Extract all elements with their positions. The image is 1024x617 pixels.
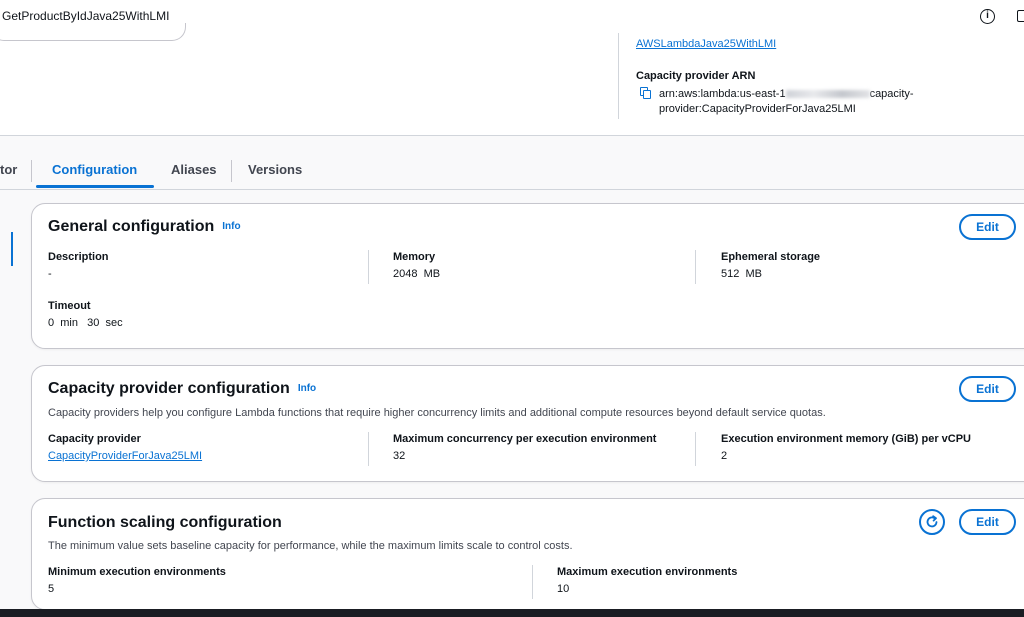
- memory-per-vcpu-label: Execution environment memory (GiB) per v…: [721, 433, 971, 445]
- timeout-value: 0 min 30 sec: [48, 317, 123, 329]
- general-info-link[interactable]: Info: [222, 221, 240, 232]
- general-configuration-title: General configuration Info: [48, 218, 241, 235]
- max-concurrency-value: 32: [393, 450, 406, 462]
- general-edit-button[interactable]: Edit: [959, 214, 1016, 240]
- taskbar: [0, 609, 1024, 617]
- function-tabs: tor Configuration Aliases Versions: [0, 136, 1024, 190]
- general-configuration-card: General configuration Info Edit Descripti…: [31, 203, 1024, 349]
- ephemeral-storage-label: Ephemeral storage: [721, 251, 821, 263]
- description-label: Description: [48, 251, 109, 263]
- function-name-title: GetProductByIdJava25WithLMI: [2, 9, 170, 23]
- memory-label: Memory: [393, 251, 436, 263]
- panel-icon[interactable]: [1017, 10, 1024, 22]
- scaling-edit-button[interactable]: Edit: [959, 509, 1016, 535]
- overview-diagram-card: [0, 23, 186, 41]
- tab-versions[interactable]: Versions: [248, 162, 302, 177]
- memory-per-vcpu-value: 2: [721, 450, 728, 462]
- max-concurrency-label: Maximum concurrency per execution enviro…: [393, 433, 657, 445]
- capacity-provider-link[interactable]: CapacityProviderForJava25LMI: [48, 450, 202, 462]
- capacity-description: Capacity providers help you configure La…: [48, 407, 826, 419]
- min-execution-environments-value: 5: [48, 583, 55, 595]
- active-tab-indicator: [36, 185, 154, 188]
- max-execution-environments-value: 10: [557, 583, 570, 595]
- redacted-account-id: [785, 90, 870, 99]
- capacity-provider-arn-label: Capacity provider ARN: [636, 70, 756, 82]
- tab-aliases[interactable]: Aliases: [171, 162, 217, 177]
- max-execution-environments-label: Maximum execution environments: [557, 566, 738, 578]
- min-execution-environments-label: Minimum execution environments: [48, 566, 226, 578]
- side-nav-active-indicator: [11, 232, 13, 266]
- capacity-provider-arn-value: arn:aws:lambda:us-east-1 capacity-provide…: [659, 88, 914, 115]
- scaling-description: The minimum value sets baseline capacity…: [48, 540, 573, 552]
- capacity-provider-label: Capacity provider: [48, 433, 141, 445]
- function-overview: AWSLambdaJava25WithLMI Capacity provider…: [0, 23, 1024, 136]
- timeout-label: Timeout: [48, 300, 91, 312]
- capacity-provider-configuration-card: Capacity provider configuration Info Edit…: [31, 365, 1024, 482]
- description-value: -: [48, 268, 52, 280]
- memory-value: 2048 MB: [393, 268, 441, 280]
- capacity-edit-button[interactable]: Edit: [959, 376, 1016, 402]
- column-divider: [618, 33, 619, 119]
- refresh-button[interactable]: [919, 509, 945, 535]
- function-scaling-configuration-card: Function scaling configuration Edit The …: [31, 498, 1024, 610]
- execution-role-link[interactable]: AWSLambdaJava25WithLMI: [636, 38, 776, 50]
- info-icon[interactable]: i: [980, 9, 995, 24]
- copy-icon[interactable]: [640, 87, 652, 99]
- refresh-icon: [926, 515, 938, 528]
- capacity-provider-configuration-title: Capacity provider configuration Info: [48, 380, 317, 397]
- function-scaling-configuration-title: Function scaling configuration: [48, 514, 282, 531]
- ephemeral-storage-value: 512 MB: [721, 268, 762, 280]
- tab-monitor[interactable]: tor: [0, 162, 17, 177]
- tab-configuration[interactable]: Configuration: [52, 162, 137, 177]
- capacity-info-link[interactable]: Info: [298, 383, 316, 394]
